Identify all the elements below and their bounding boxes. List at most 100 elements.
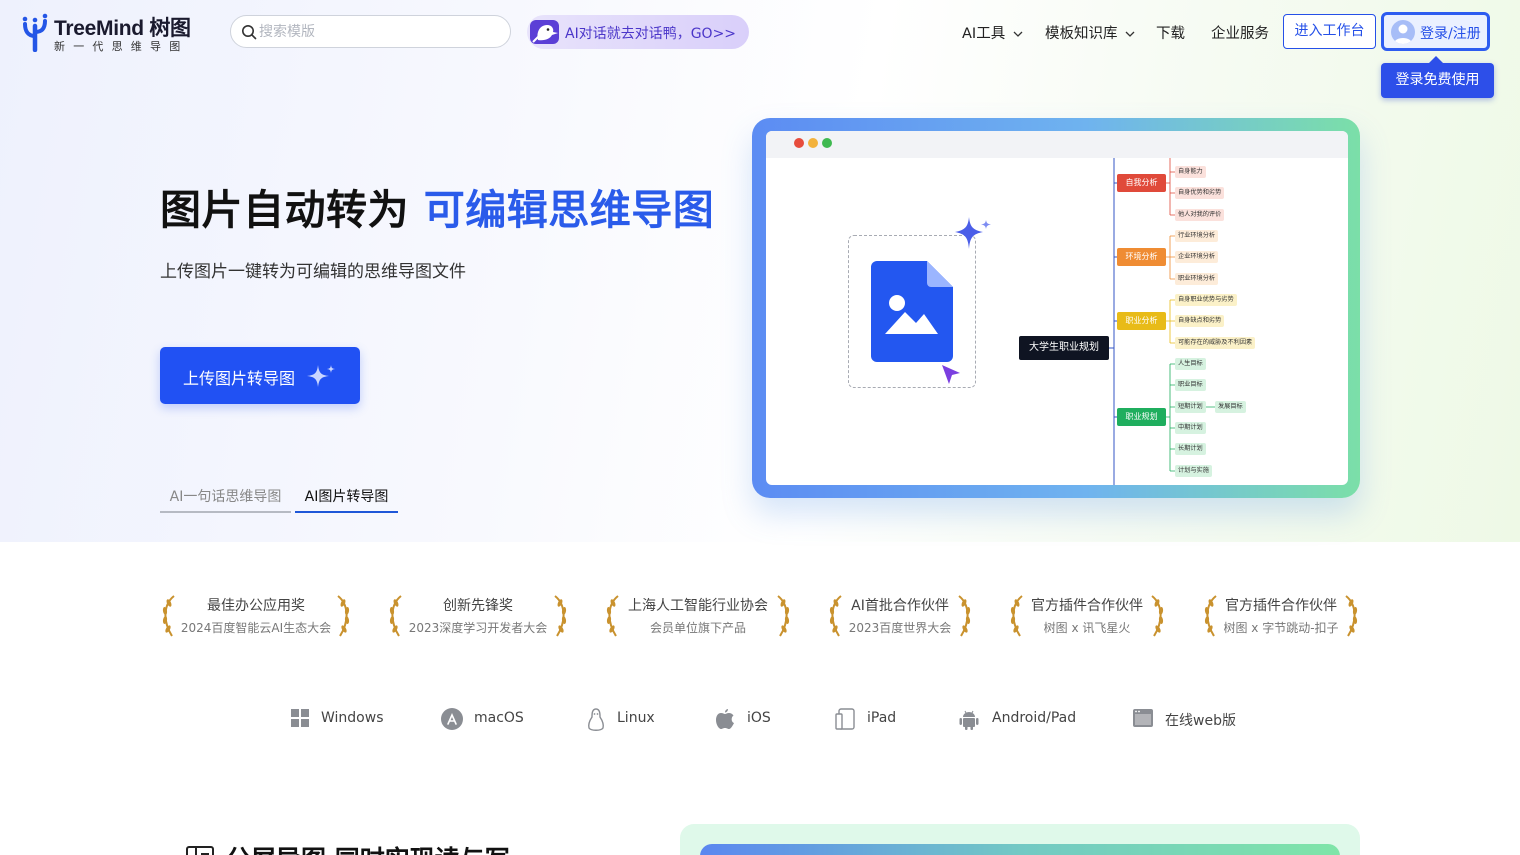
tab-ai-image-to-map[interactable]: AI图片转导图: [295, 480, 398, 513]
nav-template-library[interactable]: 模板知识库: [1045, 22, 1135, 43]
award-item: 最佳办公应用奖 2024百度智能云AI生态大会: [160, 590, 352, 640]
platform-label: Android/Pad: [992, 710, 1077, 726]
mindmap-preview: 大学生职业规划 自我分析 环境分析 职业分析 职业规划 自身能力 自身优势和劣势…: [752, 118, 1360, 498]
platform-label: macOS: [474, 710, 524, 726]
nav-download[interactable]: 下载: [1156, 22, 1185, 43]
tree-logo-icon: [22, 13, 48, 52]
mindmap-leaf-node: 自身职业优势与劣势: [1175, 294, 1237, 306]
platform-ipad[interactable]: iPad: [835, 706, 897, 732]
logo-tagline: 新一代思维导图: [54, 40, 189, 53]
nav-ai-tools[interactable]: AI工具: [962, 22, 1023, 43]
upload-image-label: 上传图片转导图: [183, 369, 296, 388]
platform-linux[interactable]: Linux: [586, 706, 655, 732]
login-register-button[interactable]: 登录/注册: [1381, 12, 1490, 51]
split-screen-icon: [186, 846, 214, 855]
award-item: AI首批合作伙伴 2023百度世界大会: [827, 590, 973, 640]
award-subtitle: 2024百度智能云AI生态大会: [180, 621, 332, 635]
mindmap-branch-node: 职业规划: [1117, 408, 1166, 426]
laurel-right-icon: [1345, 595, 1358, 637]
sparkle-icon: [307, 365, 335, 387]
laurel-right-icon: [777, 595, 790, 637]
award-item: 创新先锋奖 2023深度学习开发者大会: [387, 590, 569, 640]
platform-windows[interactable]: Windows: [290, 706, 384, 732]
login-register-label: 登录/注册: [1420, 26, 1481, 42]
award-title: 官方插件合作伙伴: [1031, 598, 1143, 614]
treemind-logo[interactable]: TreeMind 树图 新一代思维导图: [20, 12, 195, 54]
section-title: 分屏导图 同时实现读与写: [186, 840, 510, 855]
avatar: [1391, 20, 1415, 44]
feature-preview-card: [680, 824, 1360, 855]
mindmap-leaf-node: 人生目标: [1175, 358, 1206, 370]
mindmap-leaf-node: 自身缺点和劣势: [1175, 315, 1225, 327]
mindmap-leaf-node: 自身优势和劣势: [1175, 187, 1225, 199]
award-item: 官方插件合作伙伴 树图 x 字节跳动-扣子: [1202, 590, 1360, 640]
laurel-right-icon: [958, 595, 971, 637]
laurel-right-icon: [554, 595, 567, 637]
platform-label: 在线web版: [1165, 713, 1236, 729]
feature-preview-frame: [700, 844, 1340, 855]
chevron-down-icon: [1013, 31, 1023, 37]
mindmap-leaf-node: 可能存在的威胁及不利因素: [1175, 337, 1256, 349]
duck-mascot-icon: [530, 20, 559, 44]
enter-workspace-button[interactable]: 进入工作台: [1283, 14, 1376, 49]
mindmap-leaf-node: 长期计划: [1175, 443, 1206, 455]
award-subtitle: 2023深度学习开发者大会: [408, 621, 548, 635]
chevron-down-icon: [1125, 31, 1135, 37]
mindmap-leaf-node: 发展目标: [1215, 401, 1246, 413]
login-tooltip[interactable]: 登录免费使用: [1381, 56, 1494, 98]
nav-download-label: 下载: [1156, 26, 1185, 42]
mindmap-branch-node: 职业分析: [1117, 312, 1166, 330]
tab-ai-one-sentence[interactable]: AI一句话思维导图: [160, 480, 291, 513]
nav-enterprise[interactable]: 企业服务: [1211, 22, 1269, 43]
apple-icon: [716, 709, 734, 729]
award-item: 上海人工智能行业协会 会员单位旗下产品: [604, 590, 792, 640]
award-title: 官方插件合作伙伴: [1225, 598, 1337, 614]
windows-icon: [291, 709, 309, 727]
platform-ios[interactable]: iOS: [715, 706, 775, 732]
linux-penguin-icon: [588, 708, 604, 731]
hero-title: 图片自动转为 可编辑思维导图: [160, 176, 714, 236]
tablet-icon: [835, 708, 855, 730]
awards-row: 最佳办公应用奖 2024百度智能云AI生态大会 创新先锋奖 2023深度学习开发…: [0, 590, 1520, 640]
laurel-right-icon: [337, 595, 350, 637]
award-subtitle: 会员单位旗下产品: [649, 621, 746, 635]
platform-label: iPad: [867, 710, 897, 726]
search-icon: [242, 25, 257, 40]
platform-label: Linux: [617, 710, 655, 726]
user-icon: [1394, 24, 1412, 44]
platform-label: iOS: [747, 710, 771, 726]
award-item: 官方插件合作伙伴 树图 x 讯飞星火: [1008, 590, 1166, 640]
hero-title-highlight: 可编辑思维导图: [423, 186, 715, 234]
mindmap-root-node: 大学生职业规划: [1019, 336, 1109, 360]
nav-ai-tools-label: AI工具: [962, 26, 1006, 42]
mindmap-connectors: [1109, 158, 1215, 485]
mindmap-leaf-node: 职业环境分析: [1175, 273, 1219, 285]
nav-enterprise-label: 企业服务: [1211, 26, 1269, 42]
upload-image-button[interactable]: 上传图片转导图: [160, 347, 360, 404]
award-subtitle: 树图 x 讯飞星火: [1043, 621, 1131, 635]
platform-web[interactable]: 在线web版: [1132, 706, 1236, 732]
award-title: 上海人工智能行业协会: [628, 598, 768, 614]
preview-window: 大学生职业规划 自我分析 环境分析 职业分析 职业规划 自身能力 自身优势和劣势…: [766, 131, 1348, 485]
nav-template-library-label: 模板知识库: [1045, 26, 1118, 42]
platform-label: Windows: [321, 710, 384, 726]
hero-subtitle: 上传图片一键转为可编辑的思维导图文件: [160, 262, 466, 282]
mindmap-leaf-node: 职业目标: [1175, 379, 1206, 391]
mindmap-leaf-node: 自身能力: [1175, 166, 1206, 178]
platform-macos[interactable]: macOS: [441, 706, 525, 732]
mindmap-leaf-node: 他人对我的评价: [1175, 209, 1225, 221]
section-title-text: 分屏导图 同时实现读与写: [226, 845, 510, 855]
award-subtitle: 2023百度世界大会: [848, 621, 952, 635]
android-icon: [959, 710, 979, 730]
award-title: 创新先锋奖: [443, 598, 513, 614]
search-input[interactable]: [259, 21, 499, 43]
award-title: 最佳办公应用奖: [207, 598, 305, 614]
mindmap-leaf-node: 行业环境分析: [1175, 230, 1219, 242]
award-title: AI首批合作伙伴: [851, 598, 949, 614]
platform-android[interactable]: Android/Pad: [958, 706, 1076, 732]
mindmap-leaf-node: 计划与实施: [1175, 465, 1212, 477]
ai-chat-banner[interactable]: AI对话就去对话鸭，GO>>: [527, 15, 749, 49]
browser-window-icon: [1133, 709, 1153, 727]
search-box[interactable]: [230, 15, 511, 48]
award-subtitle: 树图 x 字节跳动-扣子: [1223, 621, 1339, 635]
